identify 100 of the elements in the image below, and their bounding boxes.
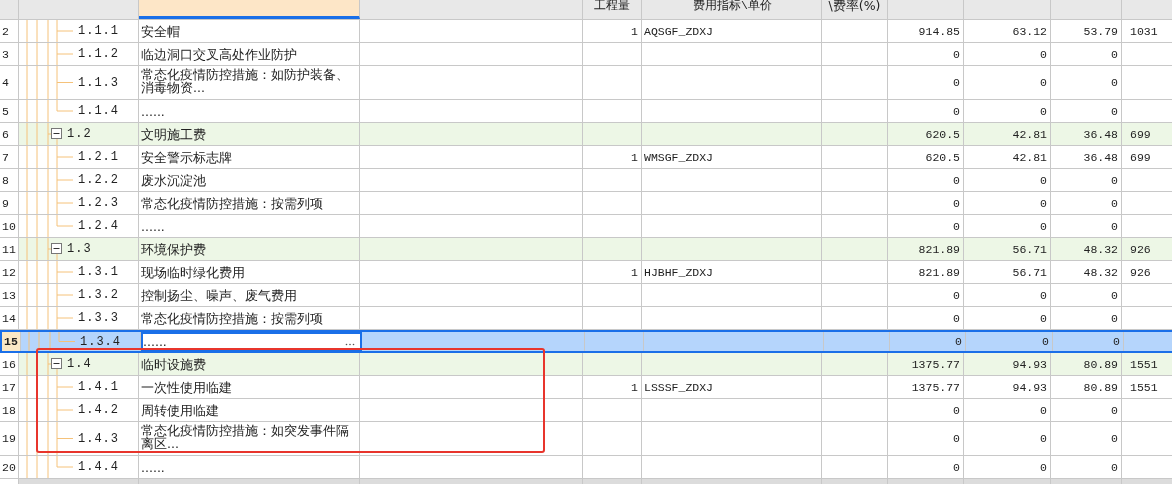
quantity-value: 1 (631, 265, 638, 279)
amount-value: 1375.77 (911, 357, 960, 371)
amount-value: 0 (953, 403, 960, 417)
table-row[interactable]: 16 1.4 临时设施费 1375.77 94.93 80.89 1551 (0, 353, 1172, 376)
amount-value: 0 (1111, 47, 1118, 61)
amount-value: 48.32 (1083, 242, 1118, 256)
item-code: 1.2.4 (78, 219, 119, 233)
amount-value: 56.71 (1012, 265, 1047, 279)
item-code: 1.3.2 (78, 288, 119, 302)
amount-value: 0 (1040, 104, 1047, 118)
amount-value: 1375.77 (911, 380, 960, 394)
amount-value: 0 (1042, 335, 1049, 348)
item-name: ...... (141, 104, 165, 118)
amount-value: 0 (953, 432, 960, 445)
row-number[interactable]: 6 (0, 123, 19, 145)
table-row[interactable]: 13 1.3.2 控制扬尘、噪声、废气费用 0 0 0 (0, 284, 1172, 307)
item-code: 1.4.2 (78, 403, 119, 417)
table-row[interactable]: 18 1.4.2 周转使用临建 0 0 0 (0, 399, 1172, 422)
item-code: 1.4.3 (78, 431, 119, 446)
row-number[interactable]: 11 (0, 238, 19, 260)
table-row[interactable]: 7 1.2.1 安全警示标志牌 1 WMSGF_ZDXJ 620.5 42.81 36.48 699 (0, 146, 1172, 169)
amount-value: 0 (1111, 311, 1118, 325)
amount-value: 0 (955, 335, 962, 348)
amount-value: 56.71 (1012, 242, 1047, 256)
row-number[interactable]: 16 (0, 353, 19, 375)
table-row[interactable]: 19 1.4.3 常态化疫情防控措施：如突发事件隔离区... 0 0 0 (0, 422, 1172, 456)
amount-value: 42.81 (1012, 150, 1047, 164)
item-code: 1.2 (67, 127, 92, 141)
item-name: 周转使用临建 (141, 403, 219, 417)
item-code: 1.3.1 (78, 265, 119, 279)
amount-value: 0 (1040, 47, 1047, 61)
amount-value: 0 (953, 47, 960, 61)
amount-value: 94.93 (1012, 357, 1047, 371)
item-code: 1.1.4 (78, 104, 119, 118)
item-name: 常态化疫情防控措施：如突发事件隔离区... (141, 424, 350, 450)
amount-value: 80.89 (1083, 357, 1118, 371)
amount-value: 699 (1130, 127, 1151, 141)
row-number[interactable]: 10 (0, 215, 19, 237)
table-row[interactable]: 2 1.1.1 安全帽 1 AQSGF_ZDXJ 914.85 63.12 53.79 1031 (0, 20, 1172, 43)
amount-value: 821.89 (918, 265, 960, 279)
item-name: 一次性使用临建 (141, 380, 232, 394)
row-number[interactable]: 3 (0, 43, 19, 65)
amount-value: 821.89 (918, 242, 960, 256)
amount-value: 0 (1040, 196, 1047, 210)
amount-value: 94.93 (1012, 380, 1047, 394)
amount-value: 1551 (1130, 357, 1158, 371)
row-number[interactable]: 14 (0, 307, 19, 329)
row-number[interactable]: 12 (0, 261, 19, 283)
item-code: 1.2.2 (78, 173, 119, 187)
column-header[interactable]: 工程量 (594, 0, 630, 13)
item-name: ...... (141, 460, 165, 474)
item-code: 1.3.4 (80, 334, 121, 349)
collapse-icon[interactable] (51, 128, 62, 139)
amount-value: 42.81 (1012, 127, 1047, 141)
table-row[interactable]: 12 1.3.1 现场临时绿化费用 1 HJBHF_ZDXJ 821.89 56.71 48.32 926 (0, 261, 1172, 284)
item-name: 控制扬尘、噪声、废气费用 (141, 288, 297, 302)
amount-value: 0 (1040, 460, 1047, 474)
table-row[interactable]: 9 1.2.3 常态化疫情防控措施：按需列项 0 0 0 (0, 192, 1172, 215)
row-number[interactable]: 19 (0, 422, 19, 455)
row-number[interactable]: 17 (0, 376, 19, 398)
amount-value: 0 (953, 460, 960, 474)
amount-value: 0 (1111, 76, 1118, 89)
more-icon[interactable] (345, 342, 355, 346)
collapse-icon[interactable] (51, 243, 62, 254)
collapse-icon[interactable] (51, 358, 62, 369)
amount-value: 0 (1040, 311, 1047, 325)
quantity-value: 1 (631, 380, 638, 394)
price-index-value: AQSGF_ZDXJ (644, 24, 713, 38)
row-number[interactable]: 9 (0, 192, 19, 214)
column-header[interactable]: 费用指标\单价 (693, 0, 772, 13)
table-row[interactable]: 15 1.3.4 ...... 0 0 0 (0, 330, 1172, 353)
amount-value: 0 (953, 196, 960, 210)
table-row[interactable]: 11 1.3 环境保护费 821.89 56.71 48.32 926 (0, 238, 1172, 261)
amount-value: 80.89 (1083, 380, 1118, 394)
amount-value: 1031 (1130, 24, 1158, 38)
table-row[interactable]: 4 1.1.3 常态化疫情防控措施：如防护装备、消毒物资... 0 0 0 (0, 66, 1172, 100)
row-number[interactable]: 20 (0, 456, 19, 478)
row-number[interactable]: 4 (0, 66, 19, 99)
table-row[interactable]: 8 1.2.2 废水沉淀池 0 0 0 (0, 169, 1172, 192)
amount-value: 0 (1040, 173, 1047, 187)
row-number[interactable]: 7 (0, 146, 19, 168)
row-number[interactable]: 8 (0, 169, 19, 191)
table-row[interactable]: 6 1.2 文明施工费 620.5 42.81 36.48 699 (0, 123, 1172, 146)
item-code: 1.2.1 (78, 150, 119, 164)
row-number[interactable]: 2 (0, 20, 19, 42)
row-number[interactable]: 15 (2, 332, 21, 351)
item-name: 废水沉淀池 (141, 173, 206, 187)
amount-value: 0 (1111, 104, 1118, 118)
item-name: 安全帽 (141, 24, 180, 38)
table-row[interactable]: 3 1.1.2 临边洞口交叉高处作业防护 0 0 0 (0, 43, 1172, 66)
quantity-value: 1 (631, 24, 638, 38)
item-name: 现场临时绿化费用 (141, 265, 245, 279)
amount-value: 48.32 (1083, 265, 1118, 279)
column-header[interactable]: \费率(%) (828, 0, 881, 13)
row-number[interactable]: 5 (0, 100, 19, 122)
row-number[interactable]: 18 (0, 399, 19, 421)
amount-value: 0 (1113, 335, 1120, 348)
row-number[interactable]: 13 (0, 284, 19, 306)
table-row[interactable]: 17 1.4.1 一次性使用临建 1 LSSSF_ZDXJ 1375.77 94.93 80.89 1551 (0, 376, 1172, 399)
price-index-value: LSSSF_ZDXJ (644, 380, 713, 394)
